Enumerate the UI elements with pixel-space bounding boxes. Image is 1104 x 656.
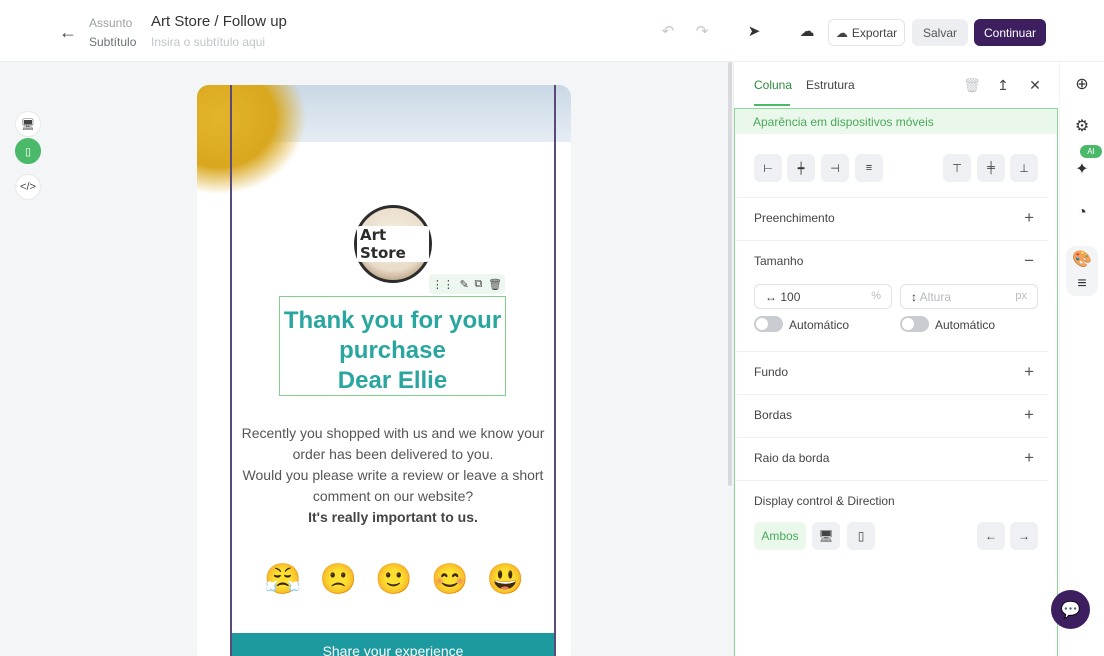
mobile-view-icon[interactable]: ▯ [15,138,41,164]
ai-badge: AI [1080,145,1102,158]
export-label: Exportar [851,25,898,40]
section-borders-label: Bordas [754,408,793,422]
cloud-upload-icon[interactable]: ☁ [797,22,817,42]
share-experience-button[interactable]: Share your experience [232,633,554,656]
display-both-button[interactable]: Ambos [754,522,806,550]
section-fill-label: Preenchimento [754,211,835,225]
cloud-icon: ☁ [835,25,848,40]
ai-sparkle-icon[interactable]: ✦ [1072,160,1092,180]
tab-column[interactable]: Coluna [754,78,792,92]
tab-structure[interactable]: Estrutura [806,78,855,92]
width-input[interactable]: ↔ 100 % [754,284,892,309]
direction-left-icon[interactable]: ← [977,522,1005,550]
display-mobile-icon[interactable]: ▯ [847,522,875,550]
emoji-angry[interactable]: 😤 [264,562,301,597]
emoji-very-happy[interactable]: 😃 [487,562,524,597]
duplicate-icon[interactable]: ⧉ [475,278,483,291]
send-icon[interactable]: ➤ [744,22,764,42]
plus-icon[interactable]: + [1024,208,1034,228]
height-icon: ↕ [911,290,920,304]
height-auto-toggle[interactable] [900,316,929,332]
section-background[interactable]: Fundo + [736,351,1048,393]
section-border-radius[interactable]: Raio da borda + [736,437,1048,479]
section-size[interactable]: Tamanho − [736,240,1048,282]
width-unit[interactable]: % [871,290,881,302]
email-body-text[interactable]: Recently you shopped with us and we know… [232,423,554,528]
section-borders[interactable]: Bordas + [736,394,1048,436]
subtitle-label: Subtítulo [89,35,137,49]
height-unit: px [1015,290,1027,302]
code-view-icon[interactable]: </> [15,174,41,200]
section-size-label: Tamanho [754,254,804,268]
settings-gear-icon[interactable]: ⚙ [1072,117,1092,137]
subject-input[interactable]: Art Store / Follow up [151,13,287,30]
plus-icon[interactable]: + [1024,448,1034,468]
back-arrow-icon[interactable]: ← [58,22,78,42]
speedometer-icon[interactable]: ◔ [1072,203,1092,223]
align-right-icon[interactable]: ⊣ [821,154,849,182]
align-top-icon[interactable]: ⊤ [943,154,971,182]
art-store-logo: Art Store [354,205,432,283]
move-up-icon[interactable]: ↥ [994,76,1012,94]
subtitle-input[interactable]: Insira o subtítulo aqui [151,35,265,49]
desktop-view-icon[interactable]: 🖥 [15,111,41,137]
body-line-1: Recently you shopped with us and we know… [241,425,545,462]
emoji-sad[interactable]: 🙁 [320,562,357,597]
align-center-icon[interactable]: ┿ [787,154,815,182]
drag-handle-icon[interactable]: ⋮⋮ [432,278,454,291]
align-middle-icon[interactable]: ╪ [977,154,1005,182]
trash-icon[interactable]: 🗑 [963,76,981,94]
emoji-happy[interactable]: 😊 [431,562,468,597]
body-bold-line: It's really important to us. [308,509,478,525]
email-heading[interactable]: Thank you for your purchase Dear Ellie [279,306,506,396]
export-button[interactable]: ☁ Exportar [828,19,905,46]
align-bottom-icon[interactable]: ⊥ [1010,154,1038,182]
tab-active-underline [754,104,790,106]
undo-icon[interactable]: ↶ [658,22,678,42]
width-auto-label: Automático [789,318,850,332]
heading-line-2: purchase [339,337,446,364]
edit-icon[interactable]: ✎ [460,278,469,291]
rating-emojis: 😤 🙁 🙂 😊 😃 [264,562,524,597]
logo-text: Art Store [357,226,429,262]
text-edit-icon[interactable]: ≡ [1072,274,1092,294]
block-toolbar: ⋮⋮ ✎ ⧉ 🗑 [429,274,505,294]
palette-icon[interactable]: 🎨 [1072,250,1092,270]
panel-resize-handle[interactable] [728,62,732,486]
width-auto-toggle[interactable] [754,316,783,332]
add-icon[interactable]: ⊕ [1072,75,1092,95]
minus-icon[interactable]: − [1024,251,1034,271]
plus-icon[interactable]: + [1024,405,1034,425]
delete-icon[interactable]: 🗑 [488,278,502,291]
align-justify-icon[interactable]: ≡ [855,154,883,182]
mobile-appearance-banner: Aparência em dispositivos móveis [735,109,1057,134]
continue-button[interactable]: Continuar [974,19,1046,46]
subject-label: Assunto [89,16,133,30]
section-background-label: Fundo [754,365,789,379]
section-display-label: Display control & Direction [754,494,895,508]
redo-icon[interactable]: ↷ [692,22,712,42]
height-auto-label: Automático [935,318,996,332]
height-placeholder: Altura [919,290,952,304]
align-left-icon[interactable]: ⊢ [754,154,782,182]
chat-support-icon[interactable]: 💬 [1051,590,1090,629]
save-button[interactable]: Salvar [912,19,968,46]
display-desktop-icon[interactable]: 🖥 [812,522,840,550]
heading-line-3: Dear Ellie [337,367,448,394]
plus-icon[interactable]: + [1024,362,1034,382]
direction-right-icon[interactable]: → [1010,522,1038,550]
heading-line-1: Thank you for your [283,307,502,334]
close-icon[interactable]: ✕ [1026,76,1044,94]
emoji-neutral[interactable]: 🙂 [375,562,412,597]
width-icon: ↔ [765,290,781,304]
height-input[interactable]: ↕ Altura px [900,284,1038,309]
section-radius-label: Raio da borda [754,451,830,465]
width-value: 100 [780,290,801,304]
section-fill[interactable]: Preenchimento + [736,197,1048,239]
body-line-2: Would you please write a review or leave… [242,467,544,504]
